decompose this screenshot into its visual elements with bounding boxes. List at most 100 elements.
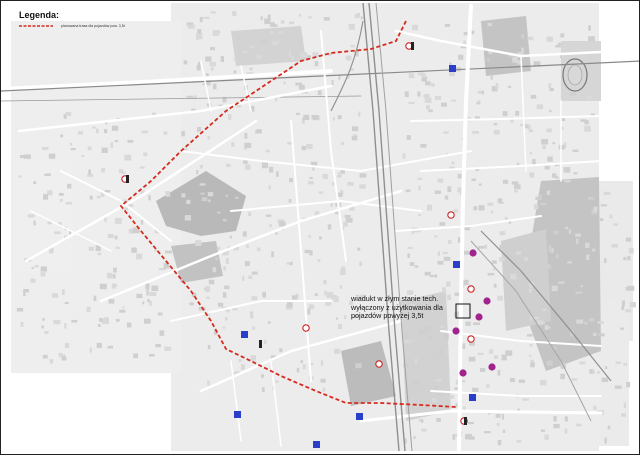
legend-route-label: planowana trasa dla pojazdów pow. 3,5t — [61, 24, 125, 28]
magenta-marker-icon — [469, 249, 477, 257]
building — [576, 423, 582, 427]
building — [586, 254, 590, 260]
building — [301, 146, 307, 151]
building — [98, 324, 101, 327]
building — [457, 173, 462, 179]
building — [309, 177, 313, 180]
building — [42, 354, 48, 359]
building — [96, 342, 102, 348]
building — [110, 142, 113, 148]
building — [435, 379, 442, 382]
building — [507, 307, 513, 312]
building — [88, 169, 91, 175]
building — [555, 254, 559, 259]
building — [627, 255, 631, 261]
building — [359, 173, 367, 178]
building — [568, 229, 572, 234]
building — [428, 109, 433, 113]
building — [148, 195, 151, 201]
building — [280, 20, 285, 24]
building — [223, 266, 227, 271]
building — [499, 257, 505, 262]
building — [477, 100, 481, 103]
building — [242, 160, 248, 164]
building — [318, 191, 324, 194]
building — [614, 385, 622, 389]
building — [288, 51, 291, 57]
building — [510, 273, 517, 280]
building — [576, 238, 579, 244]
building — [564, 416, 568, 422]
building — [350, 45, 355, 48]
building — [615, 361, 621, 365]
building — [553, 424, 560, 429]
building — [348, 23, 355, 30]
building — [611, 244, 618, 248]
building — [626, 382, 631, 388]
building — [184, 215, 191, 221]
building — [78, 131, 84, 135]
building — [145, 283, 150, 290]
building — [233, 70, 237, 74]
building — [33, 181, 37, 184]
building — [248, 275, 253, 279]
building — [549, 88, 554, 92]
building — [436, 418, 441, 422]
building — [484, 244, 488, 249]
building — [89, 195, 93, 200]
building — [252, 326, 256, 330]
city-map[interactable] — [1, 1, 640, 455]
building — [444, 195, 449, 200]
building — [197, 29, 202, 34]
building — [537, 320, 543, 326]
building — [514, 189, 518, 193]
building — [231, 142, 235, 147]
building — [497, 369, 501, 376]
building — [275, 380, 279, 383]
information-sign-icon — [469, 394, 476, 401]
building — [510, 378, 515, 383]
building — [554, 176, 559, 179]
building — [521, 47, 524, 53]
building — [54, 231, 61, 235]
building — [296, 367, 300, 373]
building — [196, 127, 202, 132]
building — [499, 244, 506, 250]
building — [292, 295, 298, 300]
building — [551, 285, 558, 292]
building — [100, 283, 107, 290]
building — [222, 326, 226, 329]
building — [508, 85, 512, 88]
building — [69, 142, 72, 146]
building — [147, 299, 150, 303]
building — [447, 186, 452, 193]
building — [418, 213, 421, 217]
magenta-marker-icon — [488, 363, 496, 371]
building — [579, 361, 586, 365]
building — [451, 99, 457, 102]
building — [492, 268, 496, 271]
building — [481, 90, 484, 95]
building — [412, 24, 418, 31]
building — [336, 175, 341, 178]
building — [222, 292, 227, 298]
building — [478, 246, 485, 249]
building — [242, 231, 247, 237]
building — [107, 272, 113, 279]
building — [530, 362, 535, 368]
building — [157, 312, 163, 316]
building — [417, 91, 421, 97]
building — [463, 32, 468, 36]
building — [527, 124, 531, 130]
building — [141, 130, 149, 134]
building — [278, 31, 283, 34]
building — [60, 134, 64, 138]
building — [186, 199, 191, 204]
building — [199, 164, 203, 169]
building — [514, 184, 521, 190]
building — [588, 196, 595, 200]
building — [345, 55, 352, 61]
building — [41, 325, 44, 329]
building — [104, 190, 111, 193]
building — [107, 345, 113, 349]
